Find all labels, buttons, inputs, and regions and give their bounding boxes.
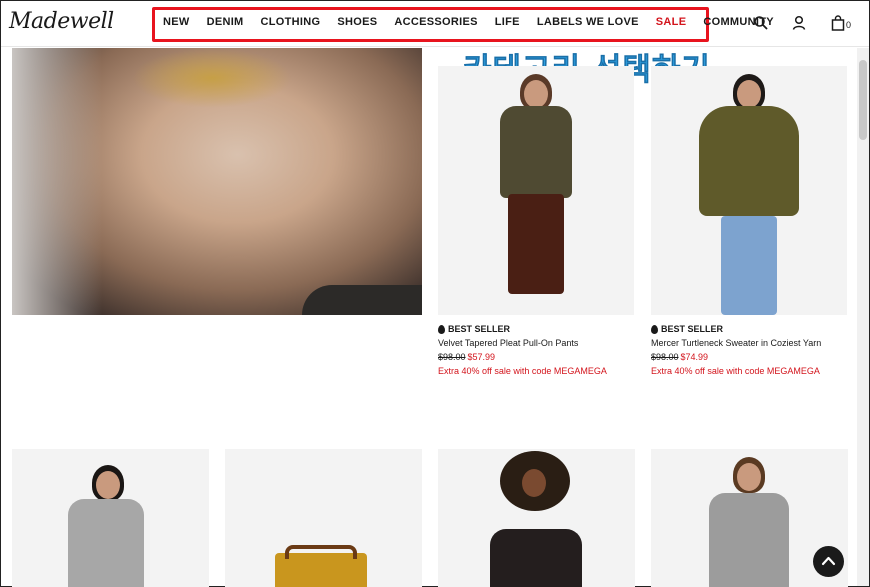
product-name[interactable]: Mercer Turtleneck Sweater in Coziest Yar… <box>651 338 847 348</box>
category-nav: NEW DENIM CLOTHING SHOES ACCESSORIES LIF… <box>163 16 774 28</box>
nav-item-accessories[interactable]: ACCESSORIES <box>394 16 477 28</box>
product-image[interactable] <box>438 449 635 587</box>
best-seller-badge: BEST SELLER <box>438 324 634 334</box>
product-card[interactable]: BEST SELLER Velvet Tapered Pleat Pull-On… <box>438 66 634 376</box>
nav-item-denim[interactable]: DENIM <box>207 16 244 28</box>
scrollbar[interactable] <box>857 48 869 586</box>
product-image[interactable] <box>438 66 634 315</box>
nav-item-life[interactable]: LIFE <box>495 16 520 28</box>
bag-count: 0 <box>846 20 852 30</box>
nav-item-new[interactable]: NEW <box>163 16 190 28</box>
hero-image[interactable] <box>12 48 422 315</box>
product-image[interactable] <box>225 449 422 587</box>
product-image[interactable] <box>651 66 847 315</box>
flame-icon <box>438 324 445 334</box>
product-image[interactable] <box>12 449 209 587</box>
best-seller-badge: BEST SELLER <box>651 324 847 334</box>
bag-icon[interactable] <box>829 14 847 32</box>
user-icon[interactable] <box>790 14 808 32</box>
product-price: $98.00 $57.99 <box>438 352 634 362</box>
flame-icon <box>651 324 658 334</box>
sale-price: $74.99 <box>680 352 709 362</box>
nav-item-sale[interactable]: SALE <box>656 16 687 28</box>
nav-item-shoes[interactable]: SHOES <box>337 16 377 28</box>
badge-label: BEST SELLER <box>448 324 511 334</box>
back-to-top-button[interactable] <box>813 546 844 577</box>
original-price: $98.00 <box>438 352 466 362</box>
product-name[interactable]: Velvet Tapered Pleat Pull-On Pants <box>438 338 634 348</box>
product-card[interactable]: BEST SELLER Mercer Turtleneck Sweater in… <box>651 66 847 376</box>
promo-text: Extra 40% off sale with code MEGAMEGA <box>651 366 820 376</box>
arrow-up-icon <box>821 556 836 566</box>
badge-label: BEST SELLER <box>661 324 724 334</box>
madewell-logo[interactable]: Madewell <box>9 9 114 34</box>
sale-price: $57.99 <box>467 352 496 362</box>
scroll-thumb[interactable] <box>859 60 867 140</box>
nav-item-labels-we-love[interactable]: LABELS WE LOVE <box>537 16 639 28</box>
nav-item-clothing[interactable]: CLOTHING <box>261 16 321 28</box>
search-icon[interactable] <box>752 14 770 32</box>
promo-text: Extra 40% off sale with code MEGAMEGA <box>438 366 607 376</box>
original-price: $98.00 <box>651 352 679 362</box>
product-price: $98.00 $74.99 <box>651 352 847 362</box>
